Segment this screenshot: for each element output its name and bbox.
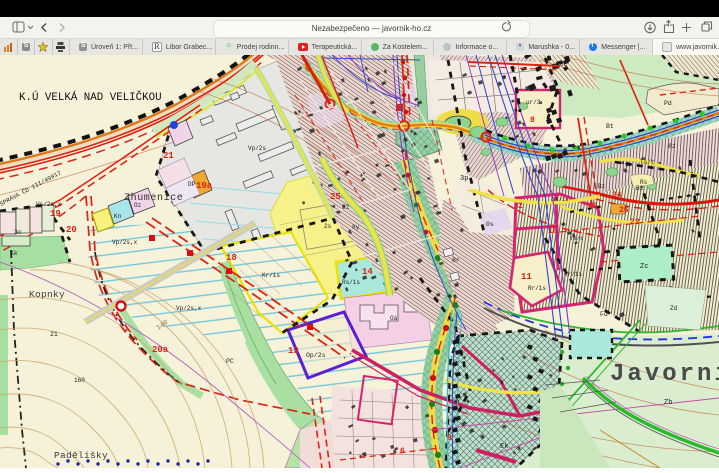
svg-text:Vp/2s: Vp/2s — [248, 145, 266, 152]
svg-text:K.Ú VELKÁ NAD VELIČKOU: K.Ú VELKÁ NAD VELIČKOU — [19, 90, 162, 104]
svg-text:26: 26 — [619, 206, 629, 215]
svg-text:21: 21 — [163, 151, 174, 161]
svg-text:8z: 8z — [668, 143, 676, 150]
svg-text:2: 2 — [518, 202, 523, 211]
svg-text:2s: 2s — [324, 223, 332, 230]
svg-text:ur/3: ur/3 — [526, 99, 541, 106]
svg-text:Pd: Pd — [664, 100, 672, 107]
svg-text:Fd: Fd — [600, 311, 608, 318]
svg-text:Kr/1s: Kr/1s — [262, 272, 280, 279]
svg-text:Oz: Oz — [134, 202, 142, 209]
svg-text:Bz: Bz — [598, 183, 606, 190]
svg-text:Ts/t: Ts/t — [570, 235, 583, 242]
svg-text:25: 25 — [330, 192, 341, 202]
svg-text:6: 6 — [400, 447, 405, 456]
svg-text:Rs/1s: Rs/1s — [342, 279, 360, 286]
svg-text:8y: 8y — [352, 224, 360, 231]
svg-text:Ts/t: Ts/t — [640, 159, 654, 166]
svg-text:Zb: Zb — [664, 399, 672, 407]
svg-text:Vp/2s,x: Vp/2s,x — [176, 305, 202, 312]
svg-text:14: 14 — [362, 267, 373, 277]
svg-text:21: 21 — [50, 331, 58, 338]
svg-text:Kn: Kn — [114, 213, 122, 220]
svg-text:0s: 0s — [486, 221, 494, 228]
svg-text:Zd: Zd — [670, 305, 678, 312]
svg-text:20: 20 — [66, 225, 77, 235]
svg-text:Padělíšky: Padělíšky — [54, 450, 108, 461]
svg-text:8c: 8c — [560, 61, 568, 68]
svg-text:B2: B2 — [636, 185, 644, 192]
svg-text:Bt: Bt — [606, 123, 614, 130]
svg-text:8: 8 — [530, 116, 535, 125]
svg-text:Oá: Oá — [390, 315, 398, 322]
svg-text:Rr/1s: Rr/1s — [564, 271, 582, 278]
svg-text:Zc: Zc — [640, 263, 648, 271]
svg-text:19: 19 — [50, 209, 61, 219]
svg-text:Zhumenice: Zhumenice — [124, 192, 183, 204]
svg-text:9: 9 — [447, 434, 452, 443]
svg-text:24: 24 — [612, 191, 622, 200]
svg-text:Ek: Ek — [500, 443, 508, 451]
svg-text:16: 16 — [548, 227, 558, 236]
svg-text:20a: 20a — [152, 345, 169, 355]
svg-text:160: 160 — [74, 377, 85, 384]
svg-text:Zk/1s: Zk/1s — [552, 196, 569, 203]
svg-text:D2: D2 — [342, 204, 350, 211]
svg-text:Kopnky: Kopnky — [29, 289, 65, 300]
svg-text:18: 18 — [226, 253, 237, 263]
svg-text:Rr/1s: Rr/1s — [528, 285, 546, 292]
svg-text:3c: 3c — [14, 229, 22, 236]
svg-text:Op/2s: Op/2s — [306, 352, 326, 359]
svg-text:13: 13 — [288, 346, 299, 356]
svg-text:19a: 19a — [196, 181, 213, 191]
svg-text:Vp/2s,x: Vp/2s,x — [112, 239, 138, 246]
svg-text:3p: 3p — [460, 175, 468, 183]
svg-text:Kk: Kk — [10, 250, 18, 257]
svg-text:11: 11 — [521, 272, 532, 282]
svg-text:PC: PC — [226, 358, 234, 365]
svg-text:DP: DP — [188, 181, 196, 188]
svg-text:Javorník: Javorník — [610, 361, 719, 388]
svg-text:8r: 8r — [452, 257, 460, 264]
svg-text:29: 29 — [588, 202, 598, 211]
svg-text:Vs/2s,x: Vs/2s,x — [36, 201, 62, 208]
svg-text:22: 22 — [630, 218, 640, 227]
